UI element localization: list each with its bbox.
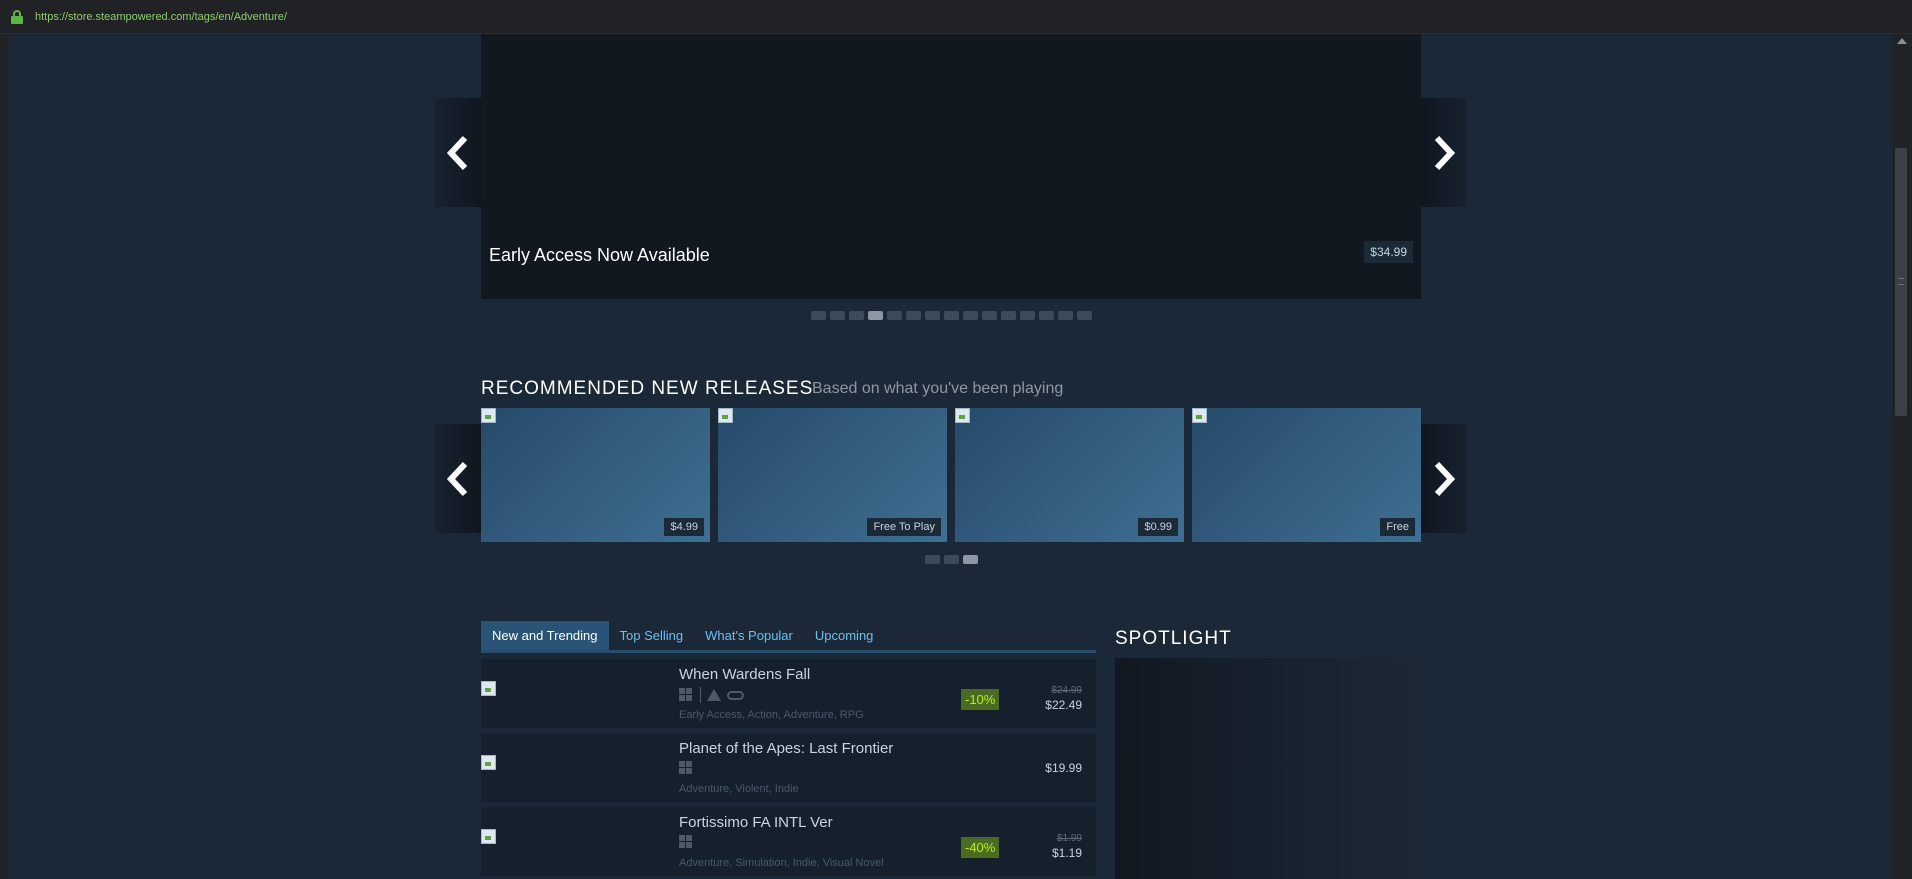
carousel-dot[interactable]: [849, 311, 864, 320]
carousel-dot[interactable]: [830, 311, 845, 320]
game-row[interactable]: Fortissimo FA INTL Ver Adventure, Simula…: [481, 807, 1096, 876]
carousel-dot[interactable]: [963, 311, 978, 320]
game-row[interactable]: Planet of the Apes: Last Frontier Advent…: [481, 733, 1096, 802]
recommended-pagination: [925, 555, 978, 564]
carousel-dot[interactable]: [906, 311, 921, 320]
scroll-up-arrow-icon[interactable]: [1897, 38, 1907, 44]
recommended-tile[interactable]: $4.99: [481, 408, 710, 542]
original-price: $24.99: [1051, 685, 1082, 696]
carousel-dot[interactable]: [944, 311, 959, 320]
window-frame: [0, 34, 9, 879]
tile-price: $4.99: [664, 518, 704, 536]
carousel-dot[interactable]: [1039, 311, 1054, 320]
game-tags: Adventure, Simulation, Indie, Visual Nov…: [679, 857, 884, 869]
spotlight-title: SPOTLIGHT: [1115, 628, 1232, 649]
address-bar[interactable]: https://store.steampowered.com/tags/en/A…: [0, 0, 1912, 34]
tab-top-selling[interactable]: Top Selling: [609, 621, 695, 650]
tab-upcoming[interactable]: Upcoming: [804, 621, 885, 650]
hero-price: $34.99: [1364, 241, 1413, 263]
vr-headset-icon: [707, 689, 721, 701]
hero-next-arrow-icon[interactable]: [1421, 98, 1467, 207]
recommended-tile[interactable]: Free: [1192, 408, 1421, 542]
hero-pagination: [811, 311, 1092, 320]
spotlight-panel[interactable]: [1115, 658, 1421, 879]
recommended-tile[interactable]: Free To Play: [718, 408, 947, 542]
game-capsule-image: [1192, 408, 1207, 423]
tile-price: Free To Play: [867, 518, 941, 536]
tile-price: $0.99: [1138, 518, 1178, 536]
carousel-dot[interactable]: [982, 311, 997, 320]
tab-whats-popular[interactable]: What's Popular: [694, 621, 804, 650]
carousel-dot[interactable]: [1077, 311, 1092, 320]
game-name: Fortissimo FA INTL Ver: [679, 814, 833, 831]
final-price: $19.99: [1045, 761, 1082, 775]
game-name: When Wardens Fall: [679, 666, 811, 683]
recommended-subtitle: Based on what you've been playing: [812, 380, 1064, 397]
carousel-dot[interactable]: [1020, 311, 1035, 320]
hero-carousel[interactable]: Early Access Now Available $34.99: [481, 34, 1421, 299]
discount-badge: -40%: [961, 837, 1000, 858]
game-capsule-image: [955, 408, 970, 423]
tab-bar: New and Trending Top Selling What's Popu…: [481, 621, 1096, 653]
scrollbar[interactable]: [1892, 34, 1912, 879]
recommended-prev-arrow-icon[interactable]: [435, 424, 481, 533]
lock-icon: [10, 9, 24, 24]
game-thumbnail-image: [481, 755, 496, 770]
carousel-dot[interactable]: [1001, 311, 1016, 320]
carousel-dot[interactable]: [925, 311, 940, 320]
platform-icons: [679, 687, 744, 703]
platform-icons: [679, 835, 694, 849]
game-thumbnail-image: [481, 681, 496, 696]
game-capsule-image: [718, 408, 733, 423]
tab-new-and-trending[interactable]: New and Trending: [481, 621, 609, 650]
game-capsule-image: [481, 408, 496, 423]
vr-goggles-icon: [727, 690, 744, 700]
original-price: $1.99: [1056, 833, 1082, 844]
carousel-dot[interactable]: [944, 555, 959, 564]
game-name: Planet of the Apes: Last Frontier: [679, 740, 894, 757]
game-row[interactable]: When Wardens Fall Early Access, Action, …: [481, 659, 1096, 728]
hero-caption: Early Access Now Available: [489, 245, 710, 265]
carousel-dot[interactable]: [963, 555, 978, 564]
final-price: $22.49: [1045, 698, 1082, 712]
recommended-next-arrow-icon[interactable]: [1421, 424, 1467, 533]
platform-icons: [679, 761, 694, 775]
carousel-dot[interactable]: [811, 311, 826, 320]
game-thumbnail-image: [481, 829, 496, 844]
windows-icon: [679, 761, 694, 775]
game-tags: Early Access, Action, Adventure, RPG: [679, 709, 864, 721]
tile-price: Free: [1380, 518, 1415, 536]
carousel-dot[interactable]: [1058, 311, 1073, 320]
url-text[interactable]: https://store.steampowered.com/tags/en/A…: [35, 11, 287, 23]
carousel-dot[interactable]: [868, 311, 883, 320]
recommended-title: RECOMMENDED NEW RELEASES: [481, 378, 814, 399]
carousel-dot[interactable]: [925, 555, 940, 564]
final-price: $1.19: [1051, 846, 1082, 860]
game-tags: Adventure, Violent, Indie: [679, 783, 799, 795]
scroll-thumb[interactable]: [1895, 148, 1907, 416]
carousel-dot[interactable]: [887, 311, 902, 320]
recommended-tile[interactable]: $0.99: [955, 408, 1184, 542]
discount-badge: -10%: [961, 689, 1000, 710]
windows-icon: [679, 688, 694, 702]
hero-prev-arrow-icon[interactable]: [435, 98, 481, 207]
windows-icon: [679, 835, 694, 849]
